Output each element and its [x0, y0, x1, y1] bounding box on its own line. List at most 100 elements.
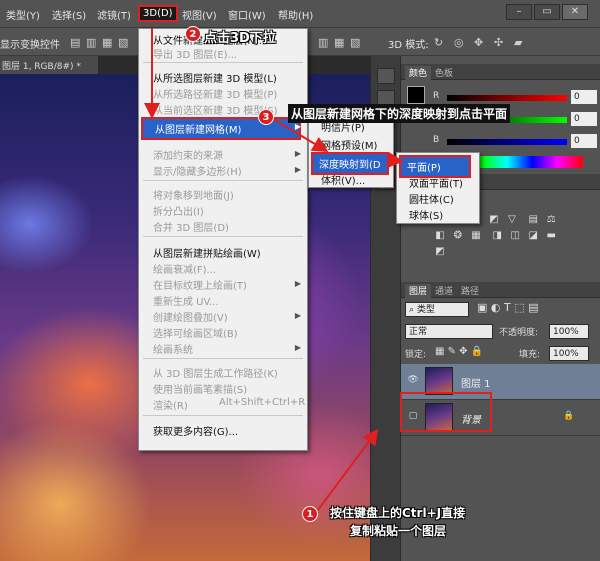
slider-b-track[interactable]: [447, 139, 567, 145]
submenu-item-cylinder[interactable]: 圆柱体(C): [409, 191, 454, 206]
search-icon: ⌕: [409, 305, 417, 315]
exposure-icon[interactable]: ◩: [488, 214, 500, 226]
menu-item-painting-system: 绘画系统: [153, 345, 193, 356]
roll-3d-icon[interactable]: ◎: [454, 36, 464, 49]
menu-help[interactable]: 帮助(H): [278, 7, 313, 22]
menu-separator: [143, 236, 303, 237]
submenu-item-sphere[interactable]: 球体(S): [409, 207, 443, 222]
menu-item-show-hide-polygons: 显示/隐藏多边形(H): [153, 167, 242, 178]
opacity-label: 不透明度:: [499, 328, 539, 338]
menu-window[interactable]: 窗口(W): [228, 7, 266, 22]
lock-icons[interactable]: ▦ ✎ ✥ 🔒: [435, 346, 483, 357]
slide-3d-icon[interactable]: ✣: [494, 36, 503, 49]
menu-view[interactable]: 视图(V): [182, 7, 217, 22]
posterize-icon[interactable]: ◫: [509, 230, 521, 242]
hue-icon[interactable]: ▤: [527, 214, 539, 226]
tab-color[interactable]: 颜色: [405, 66, 432, 80]
blend-mode-select[interactable]: 正常: [405, 324, 493, 339]
layer-filter-select[interactable]: ⌕ 类型: [405, 302, 469, 317]
fill-input[interactable]: 100%: [549, 346, 589, 361]
close-icon[interactable]: ✕: [562, 4, 588, 20]
submenu-arrow-icon: ▶: [294, 311, 301, 320]
distribute-center-icon[interactable]: ▦: [334, 36, 344, 49]
selective-color-icon[interactable]: ◩: [434, 246, 446, 258]
menu-item-new-3d-from-layer[interactable]: 从所选图层新建 3D 模型(L): [153, 70, 277, 85]
menu-item-split-extrusion: 拆分凸出(I): [153, 207, 204, 218]
depth-map-submenu: 平面(P) 双面平面(T) 圆柱体(C) 球体(S): [396, 152, 480, 224]
layers-lock-row: 锁定: ▦ ✎ ✥ 🔒 填充: 100%: [401, 344, 600, 364]
submenu-item-two-sided-plane[interactable]: 双面平面(T): [409, 175, 463, 190]
layer-thumbnail: [425, 367, 453, 395]
tab-swatches[interactable]: 色板: [431, 66, 457, 79]
scale-3d-icon[interactable]: ▰: [514, 36, 522, 49]
menu-item-work-path-from-3d: 从 3D 图层生成工作路径(K): [153, 369, 278, 380]
menu-item-add-constraint: 添加约束的来源: [153, 151, 223, 162]
step1-note-line1: 按住键盘上的Ctrl+J直接: [330, 506, 466, 520]
menu-separator: [143, 62, 303, 63]
menu-select[interactable]: 选择(S): [52, 7, 86, 22]
step2-badge: 2: [185, 26, 201, 42]
mesh-submenu: 明信片(P) 网格预设(M) 深度映射到(D 体积(V)...: [308, 112, 394, 188]
align-top-icon[interactable]: ▤: [70, 36, 80, 49]
photo-filter-icon[interactable]: ❂: [452, 230, 464, 242]
menu-separator: [143, 180, 303, 181]
slider-b[interactable]: B 0: [401, 134, 600, 150]
menu-item-export-3d: 导出 3D 图层(E)...: [153, 50, 238, 61]
background-layer-highlight-box: [400, 392, 492, 432]
layer-name: 图层 1: [461, 379, 491, 390]
menu-type[interactable]: 类型(Y): [6, 7, 40, 22]
menu-item-new-mesh-from-layer[interactable]: 从图层新建网格(M): [141, 117, 301, 140]
menu-item-create-paint-overlay: 创建绘图叠加(V): [153, 313, 228, 324]
history-panel-icon[interactable]: [377, 68, 395, 84]
bw-icon[interactable]: ◧: [434, 230, 446, 242]
menu-item-tiled-painting[interactable]: 从图层新建拼贴绘画(W): [153, 245, 261, 260]
menu-separator: [143, 358, 303, 359]
fill-label: 填充:: [519, 350, 541, 360]
menu-bar: 类型(Y) 选择(S) 滤镜(T) 3D(D) 视图(V) 窗口(W) 帮助(H…: [0, 0, 600, 28]
menu-3d[interactable]: 3D(D): [138, 5, 178, 22]
step1-badge: 1: [302, 506, 318, 522]
3d-menu-dropdown: 从文件新建 3D 图层(N)... 导出 3D 图层(E)... 从所选图层新建…: [138, 28, 308, 451]
distribute-icon[interactable]: ▥: [318, 36, 328, 49]
balance-icon[interactable]: ⚖: [545, 214, 557, 226]
slider-r-track[interactable]: [447, 95, 567, 101]
opacity-input[interactable]: 100%: [549, 324, 589, 339]
lock-label: 锁定:: [405, 350, 427, 360]
filter-icons[interactable]: ▣ ◐ T ⬚ ▤: [477, 301, 538, 314]
step1-note-line2: 复制粘贴一个图层: [350, 524, 447, 538]
submenu-arrow-icon: ▶: [294, 343, 301, 352]
submenu-arrow-icon: ▶: [294, 122, 301, 131]
align-left-icon[interactable]: ▧: [118, 36, 128, 49]
submenu-item-mesh-preset[interactable]: 网格预设(M): [321, 137, 377, 152]
tab-paths[interactable]: 路径: [457, 284, 483, 297]
threshold-icon[interactable]: ◪: [527, 230, 539, 242]
right-panels: 颜色 色板 R 0 G 0 B 0 ☼▥◪◩▽ ▤⚖◧❂▦ ◨◫◪▬◩ 图层 通…: [400, 56, 600, 561]
align-middle-icon[interactable]: ▥: [86, 36, 96, 49]
layers-filter-row: ⌕ 类型 ▣ ◐ T ⬚ ▤: [401, 300, 600, 320]
restore-icon[interactable]: ▭: [534, 4, 560, 20]
align-bottom-icon[interactable]: ▦: [102, 36, 112, 49]
orbit-3d-icon[interactable]: ↻: [434, 36, 443, 49]
eye-icon[interactable]: 👁: [406, 375, 420, 387]
vibrance-icon[interactable]: ▽: [506, 214, 518, 226]
show-transform-controls-label[interactable]: 显示变换控件: [0, 36, 60, 51]
tab-layers[interactable]: 图层: [405, 284, 432, 298]
submenu-arrow-icon: ▶: [294, 279, 301, 288]
menu-item-get-more-content[interactable]: 获取更多内容(G)...: [153, 423, 238, 438]
minimize-icon[interactable]: –: [506, 4, 532, 20]
channel-mixer-icon[interactable]: ▦: [470, 230, 482, 242]
layers-blend-row: 正常 不透明度: 100%: [401, 322, 600, 342]
submenu-item-volume[interactable]: 体积(V)...: [321, 172, 365, 187]
distribute-right-icon[interactable]: ▧: [350, 36, 360, 49]
menu-filter[interactable]: 滤镜(T): [97, 7, 131, 22]
invert-icon[interactable]: ◨: [491, 230, 503, 242]
gradient-map-icon[interactable]: ▬: [545, 230, 557, 242]
step3-badge: 3: [258, 109, 274, 125]
pan-3d-icon[interactable]: ✥: [474, 36, 483, 49]
menu-item-merge-3d-layers: 合并 3D 图层(D): [153, 223, 229, 234]
document-tab[interactable]: 图层 1, RGB/8#) *: [0, 56, 98, 74]
lock-icon: 🔒: [563, 411, 575, 421]
layers-panel-tabs: 图层 通道 路径: [401, 282, 600, 298]
menu-item-new-3d-from-path: 从所选路径新建 3D 模型(P): [153, 90, 278, 101]
tab-channels[interactable]: 通道: [431, 284, 457, 297]
